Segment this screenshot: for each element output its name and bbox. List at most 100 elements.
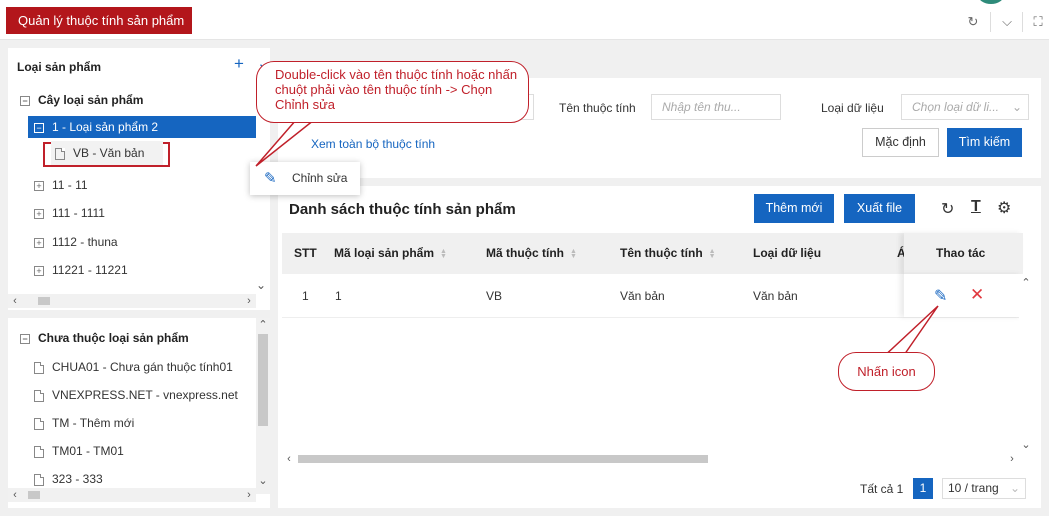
list-title: Danh sách thuộc tính sản phẩm — [289, 201, 516, 218]
tree-item-label: 1 - Loại sản phẩm 2 — [52, 120, 159, 134]
sort-icon[interactable]: ▲ ▼ — [570, 248, 577, 260]
delete-icon[interactable]: ✕ — [970, 285, 984, 305]
add-new-button[interactable]: Thêm mới — [754, 194, 834, 223]
vertical-scrollbar[interactable]: ⌃ ⌄ — [256, 318, 270, 494]
tree-item-label: 111 - 1111 — [52, 206, 105, 220]
divider — [990, 12, 991, 32]
column-header-sortable[interactable]: Mã loại sản phẩm ▲ ▼ — [334, 233, 447, 273]
cell-attr-name: Văn bản — [620, 289, 665, 303]
scrollbar-thumb[interactable] — [258, 334, 268, 426]
list-item[interactable]: TM01 - TM01 — [34, 437, 124, 465]
tree-item-label: 11 - 11 — [52, 178, 88, 192]
export-button[interactable]: Xuất file — [844, 194, 915, 223]
column-header-label: Mã thuộc tính — [486, 246, 564, 260]
tree-item-selected[interactable]: −1 - Loại sản phẩm 2 — [28, 116, 256, 138]
tree-item-label: 1112 - thuna — [52, 235, 118, 249]
callout-icon-hint: Nhấn icon — [838, 352, 935, 391]
edit-icon: ✎ — [264, 170, 277, 187]
document-icon — [34, 389, 44, 402]
tree-item[interactable]: +111 - 1111 — [34, 199, 105, 227]
scroll-right-icon[interactable]: › — [242, 488, 256, 502]
context-menu-edit[interactable]: Chỉnh sửa — [292, 171, 347, 185]
refresh-icon[interactable]: ↻ — [962, 12, 984, 32]
chevron-down-icon[interactable]: ⌵ — [996, 12, 1018, 32]
chevron-down-icon: ⌄ — [1009, 481, 1020, 495]
scrollbar-thumb[interactable] — [298, 455, 708, 463]
divider — [1022, 12, 1023, 32]
data-type-label: Loại dữ liệu — [821, 101, 884, 115]
list-item-label: VNEXPRESS.NET - vnexpress.net — [52, 388, 238, 402]
horizontal-scrollbar[interactable]: ‹ › — [8, 488, 256, 502]
scroll-down-icon[interactable]: ⌄ — [256, 474, 270, 488]
refresh-icon[interactable]: ↻ — [941, 199, 954, 219]
fullscreen-icon[interactable]: ⛶ — [1027, 12, 1049, 32]
vertical-scrollbar[interactable]: ⌃ ⌄ — [1019, 274, 1033, 454]
scroll-right-icon[interactable]: › — [1005, 452, 1019, 466]
view-all-link[interactable]: Xem toàn bộ thuộc tính — [311, 137, 435, 151]
scroll-down-icon[interactable]: ⌄ — [256, 278, 266, 292]
tree-item-label: 11221 - 11221 — [52, 263, 128, 277]
horizontal-scrollbar[interactable]: ‹ › — [8, 294, 256, 308]
collapse-box-icon[interactable]: − — [20, 95, 30, 106]
add-icon[interactable]: + — [234, 54, 244, 74]
attr-name-input[interactable]: Nhập tên thu... — [651, 94, 781, 120]
edit-icon[interactable]: ✎ — [934, 286, 947, 306]
cell-product-type-code: 1 — [335, 289, 342, 303]
data-type-placeholder: Chọn loại dữ li... — [912, 100, 999, 114]
sort-icon[interactable]: ▲ ▼ — [709, 248, 716, 260]
scroll-left-icon[interactable]: ‹ — [282, 452, 296, 466]
search-button[interactable]: Tìm kiếm — [947, 128, 1022, 157]
page-size-select[interactable]: 10 / trang ⌄ — [942, 478, 1026, 499]
list-item-label: TM - Thêm mới — [52, 416, 135, 430]
column-header-sortable[interactable]: Tên thuộc tính ▲ ▼ — [620, 233, 716, 273]
list-item-label: TM01 - TM01 — [52, 444, 124, 458]
list-item[interactable]: TM - Thêm mới — [34, 409, 134, 437]
tree-item[interactable]: +1112 - thuna — [34, 228, 118, 256]
callout-instruction: Double-click vào tên thuộc tính hoặc nhấ… — [256, 61, 529, 123]
list-item[interactable]: VNEXPRESS.NET - vnexpress.net — [34, 381, 238, 409]
horizontal-scrollbar[interactable]: ‹ › — [282, 452, 1019, 466]
expand-box-icon[interactable]: + — [34, 180, 44, 191]
column-header: STT — [294, 246, 317, 260]
list-item-label: CHUA01 - Chưa gán thuộc tính01 — [52, 360, 233, 374]
tree-root-label: Cây loại sản phẩm — [38, 93, 144, 107]
list-item[interactable]: CHUA01 - Chưa gán thuộc tính01 — [34, 353, 233, 381]
context-menu: ✎ Chỉnh sửa — [250, 162, 360, 195]
tree-root[interactable]: − Cây loại sản phẩm — [20, 86, 143, 114]
tree-item-leaf[interactable]: VB - Văn bản — [51, 141, 163, 165]
scrollbar-thumb[interactable] — [28, 491, 40, 499]
scroll-right-icon[interactable]: › — [242, 294, 256, 308]
scroll-left-icon[interactable]: ‹ — [8, 488, 22, 502]
default-button[interactable]: Mặc định — [862, 128, 939, 157]
expand-box-icon[interactable]: + — [34, 237, 44, 248]
gear-icon[interactable]: ⚙ — [997, 198, 1011, 218]
total-count: Tất cả 1 — [860, 482, 904, 496]
column-header: Loại dữ liệu — [753, 246, 822, 260]
tab-product-attributes[interactable]: Quản lý thuộc tính sản phẩm — [6, 7, 192, 34]
expand-box-icon[interactable]: + — [34, 265, 44, 276]
column-header-label: Tên thuộc tính — [620, 246, 703, 260]
scroll-up-icon[interactable]: ⌃ — [256, 318, 270, 332]
attribute-list-panel: Danh sách thuộc tính sản phẩm Thêm mới X… — [278, 186, 1041, 508]
fixed-column-cell — [904, 274, 1023, 317]
collapse-box-icon[interactable]: − — [20, 333, 30, 344]
unassigned-root[interactable]: − Chưa thuộc loại sản phẩm — [20, 324, 189, 352]
page-size-value: 10 / trang — [948, 481, 999, 495]
scroll-down-icon[interactable]: ⌄ — [1019, 438, 1033, 452]
text-height-icon[interactable]: T — [971, 198, 981, 216]
column-header-sortable[interactable]: Mã thuộc tính ▲ ▼ — [486, 233, 577, 273]
panel-title: Loại sản phẩm — [17, 60, 102, 74]
tree-item[interactable]: +11 - 11 — [34, 171, 88, 199]
tree-item[interactable]: +11221 - 11221 — [34, 256, 128, 284]
sort-icon[interactable]: ▲ ▼ — [440, 248, 447, 260]
scroll-left-icon[interactable]: ‹ — [8, 294, 22, 308]
scroll-up-icon[interactable]: ⌃ — [1019, 276, 1033, 290]
column-header-label: Mã loại sản phẩm — [334, 246, 435, 260]
page-button-current[interactable]: 1 — [913, 478, 933, 499]
expand-box-icon[interactable]: + — [34, 208, 44, 219]
table-row[interactable]: 1 1 VB Văn bản Văn bản ✎ ✕ — [282, 274, 1023, 318]
tree-item-label: VB - Văn bản — [73, 146, 145, 160]
scrollbar-thumb[interactable] — [38, 297, 50, 305]
data-type-select[interactable]: Chọn loại dữ li... ⌄ — [901, 94, 1029, 120]
collapse-box-icon[interactable]: − — [34, 122, 44, 133]
